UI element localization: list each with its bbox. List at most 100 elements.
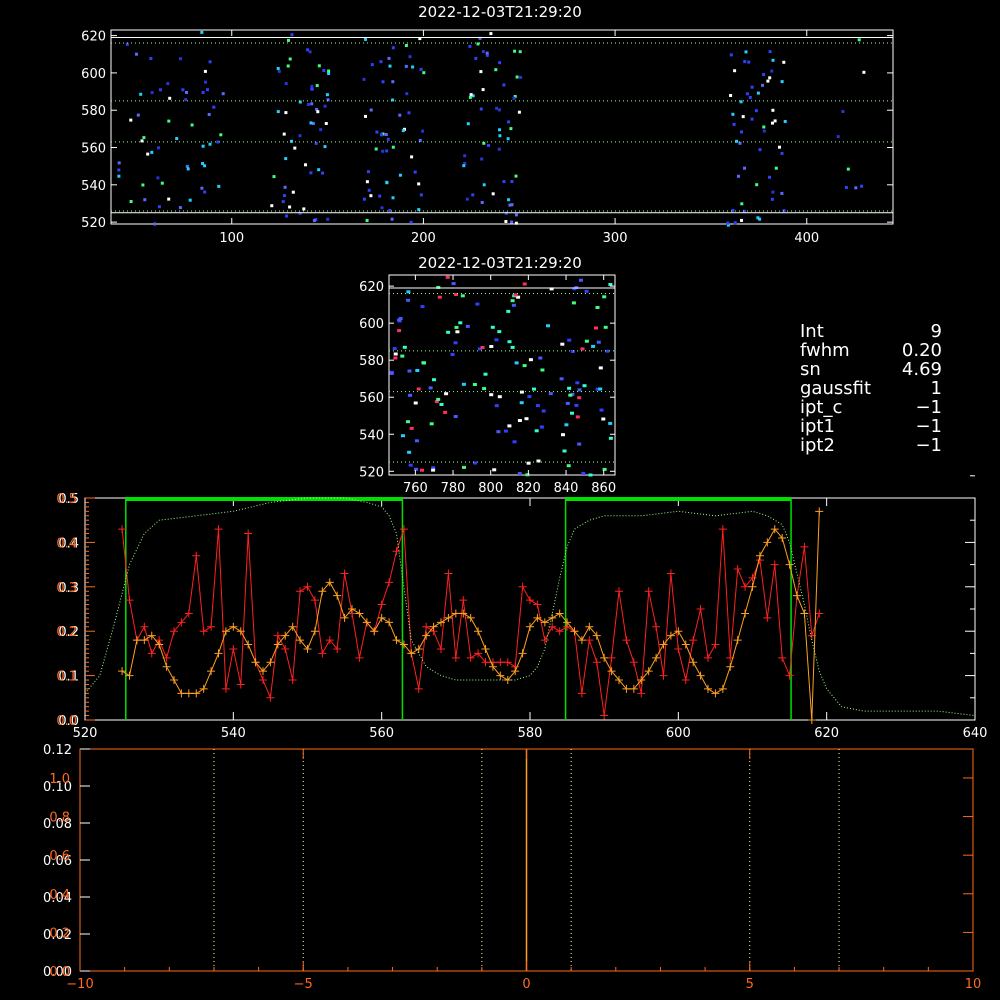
top-image-pixel (419, 67, 423, 71)
profile-x-tick-label: 540 (221, 726, 246, 741)
top-image-pixel (217, 184, 221, 188)
top-image-pixel (288, 205, 292, 209)
profile-x-tick-label: 520 (73, 726, 98, 741)
top-image-pixel (184, 98, 188, 102)
top-image-pixel (288, 57, 292, 61)
top-image-pixel (150, 91, 154, 95)
top-image-pixel (185, 91, 188, 94)
zoom-image-pixel (522, 282, 527, 286)
zoom-y-tick-label: 620 (359, 280, 384, 295)
zoom-image-pixel (591, 344, 596, 348)
profile-point-marker (466, 613, 475, 622)
profile-point-marker (622, 636, 631, 645)
profile-point-marker (815, 609, 824, 618)
zoom-plot-title: 2022-12-03T21:29:20 (418, 254, 582, 272)
profile-x-tick-label: 580 (518, 726, 543, 741)
zoom-image-pixel (535, 404, 540, 408)
top-image-pixel (509, 127, 513, 131)
profile-point-marker (644, 587, 653, 596)
zoom-x-tick-label: 860 (591, 481, 616, 496)
histogram-x-tick-label: 0 (522, 977, 530, 992)
profile-point-marker (296, 587, 305, 596)
top-image-pixel (768, 175, 771, 179)
zoom-image-pixel (541, 409, 546, 413)
zoom-image-pixel (406, 420, 410, 424)
zoom-image-pixel (577, 442, 582, 446)
profile-y-tick-label-overlay: 0.4 (56, 536, 77, 551)
zoom-image-pixel (580, 347, 585, 351)
profile-point-marker (385, 618, 394, 627)
zoom-y-tick-label: 560 (359, 391, 384, 406)
zoom-image-pixel (444, 392, 449, 396)
profile-point-marker (785, 560, 794, 569)
zoom-image-pixel (598, 366, 603, 370)
zoom-image-pixel (393, 352, 398, 356)
zoom-image-pixel (492, 468, 497, 472)
top-image-pixel (494, 68, 498, 72)
profile-point-marker (444, 569, 453, 578)
top-image-pixel (510, 180, 514, 183)
top-image-pixel (498, 61, 502, 65)
top-image-pixel (419, 193, 423, 197)
profile-point-marker (503, 658, 512, 667)
top-image-pixel (737, 174, 740, 178)
top-image-pixel (321, 171, 324, 175)
top-image-pixel (773, 119, 777, 123)
zoom-x-tick-label: 820 (516, 481, 541, 496)
top-image-pixel (142, 136, 146, 140)
info-row-sn: sn 4.69 (800, 360, 990, 379)
zoom-y-tick-label: 520 (359, 465, 384, 480)
top-image-pixel (207, 113, 211, 116)
top-image-pixel (201, 91, 205, 94)
top-image-pixel (143, 198, 147, 202)
top-image-pixel (770, 69, 774, 73)
top-image-pixel (117, 161, 121, 165)
info-row-gaussfit: gaussfit 1 (800, 379, 990, 398)
zoom-image-pixel (559, 377, 564, 381)
top-image-pixel (510, 203, 514, 207)
profile-point-marker (207, 667, 216, 676)
zoom-image-pixel (528, 358, 533, 362)
top-image-pixel (468, 44, 472, 48)
zoom-image-pixel (514, 361, 519, 365)
zoom-image-pixel (588, 473, 593, 477)
profile-point-marker (199, 684, 208, 693)
zoom-image-pixel (510, 299, 515, 303)
zoom-image-pixel (420, 305, 425, 309)
zoom-image-pixel (566, 464, 571, 468)
zoom-image-pixel (437, 295, 442, 299)
profile-point-marker (125, 671, 134, 680)
top-image-pixel (221, 92, 225, 96)
top-image-pixel (302, 207, 306, 211)
top-image-pixel (370, 63, 374, 67)
profile-point-marker (147, 649, 156, 658)
top-y-tick-label: 620 (81, 30, 106, 45)
zoom-image-pixel (608, 436, 613, 440)
top-image-pixel (178, 206, 182, 210)
top-image-pixel (380, 206, 384, 210)
top-image-pixel (780, 80, 784, 84)
top-image-pixel (780, 151, 784, 155)
zoom-image-pixel (439, 403, 444, 406)
profile-point-marker (340, 569, 349, 578)
zoom-image-pixel (415, 369, 420, 372)
profile-point-marker (474, 627, 483, 636)
top-image-pixel (771, 58, 775, 62)
top-image-pixel (404, 44, 408, 47)
top-image-pixel (388, 64, 392, 68)
zoom-image-pixel (517, 419, 522, 422)
top-image-pixel (381, 149, 385, 153)
top-image-pixel (762, 125, 766, 129)
histogram-y-tick-label: 0.12 (43, 743, 72, 758)
top-image-pixel (774, 166, 778, 170)
top-image-pixel (518, 50, 522, 54)
zoom-image-pixel (482, 387, 487, 391)
zoom-image-pixel (596, 340, 601, 344)
top-y-tick-label: 580 (81, 104, 106, 119)
profile-point-marker (704, 684, 712, 693)
profile-point-marker (592, 658, 601, 667)
top-image-pixel (766, 79, 770, 83)
zoom-image-pixel (475, 302, 480, 306)
profile-point-marker (652, 653, 661, 662)
profile-point-marker (629, 658, 638, 667)
